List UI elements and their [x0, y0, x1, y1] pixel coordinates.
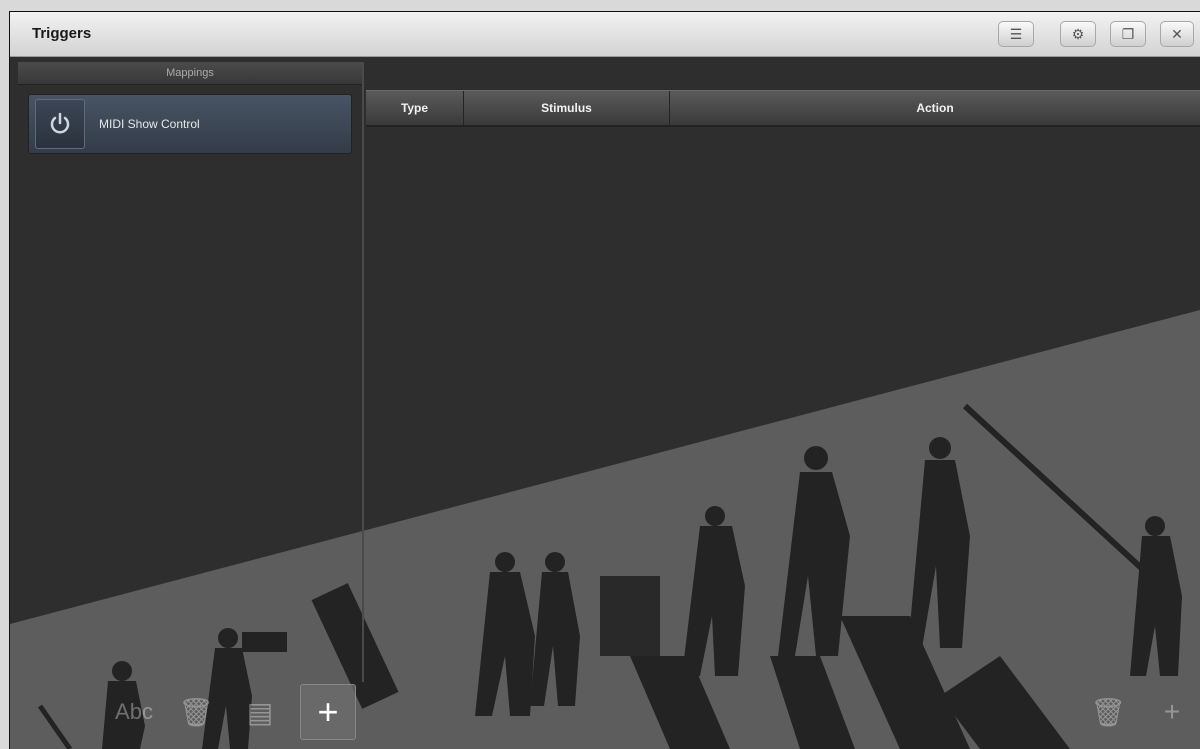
- column-header-type[interactable]: Type: [366, 91, 464, 125]
- rename-icon: Abc: [115, 699, 153, 724]
- trash-icon: 🗑: [1090, 696, 1126, 728]
- triggers-window: Triggers ☰ ⚙ ❐ ✕ Mappings MIDI Show Cont…: [10, 12, 1200, 749]
- power-icon: [35, 99, 85, 149]
- restore-icon: ❐: [1121, 25, 1135, 42]
- mappings-header: Mappings: [18, 62, 362, 85]
- mappings-panel: Mappings MIDI Show Control: [18, 62, 364, 682]
- settings-button[interactable]: ⚙: [1060, 21, 1096, 47]
- add-mapping-button[interactable]: +: [300, 684, 356, 740]
- menu-button[interactable]: ☰: [998, 21, 1034, 47]
- plus-icon: +: [317, 691, 339, 732]
- settings-icon: ⚙: [1071, 25, 1085, 42]
- delete-trigger-button[interactable]: 🗑: [1080, 684, 1136, 740]
- bottom-toolbar: Abc 🗑 ▤ + 🗑 +: [10, 676, 1200, 749]
- table-header: Type Stimulus Action: [366, 90, 1200, 127]
- mapping-item-label: MIDI Show Control: [99, 117, 200, 131]
- properties-icon: ▤: [246, 696, 274, 728]
- restore-button[interactable]: ❐: [1110, 21, 1146, 47]
- window-title: Triggers: [32, 25, 92, 42]
- add-trigger-button[interactable]: +: [1144, 684, 1200, 740]
- close-icon: ✕: [1171, 25, 1183, 42]
- trash-icon: 🗑: [178, 696, 214, 728]
- properties-button[interactable]: ▤: [232, 684, 288, 740]
- plus-icon: +: [1163, 696, 1181, 727]
- column-header-action[interactable]: Action: [670, 91, 1200, 125]
- rename-button[interactable]: Abc: [106, 684, 162, 740]
- title-bar: Triggers ☰ ⚙ ❐ ✕: [10, 12, 1200, 57]
- mapping-item-midi-show-control[interactable]: MIDI Show Control: [28, 94, 352, 154]
- column-header-stimulus[interactable]: Stimulus: [464, 91, 670, 125]
- close-button[interactable]: ✕: [1160, 21, 1194, 47]
- triggers-table-panel: Type Stimulus Action: [366, 62, 1200, 682]
- delete-button[interactable]: 🗑: [168, 684, 224, 740]
- menu-icon: ☰: [1009, 25, 1023, 42]
